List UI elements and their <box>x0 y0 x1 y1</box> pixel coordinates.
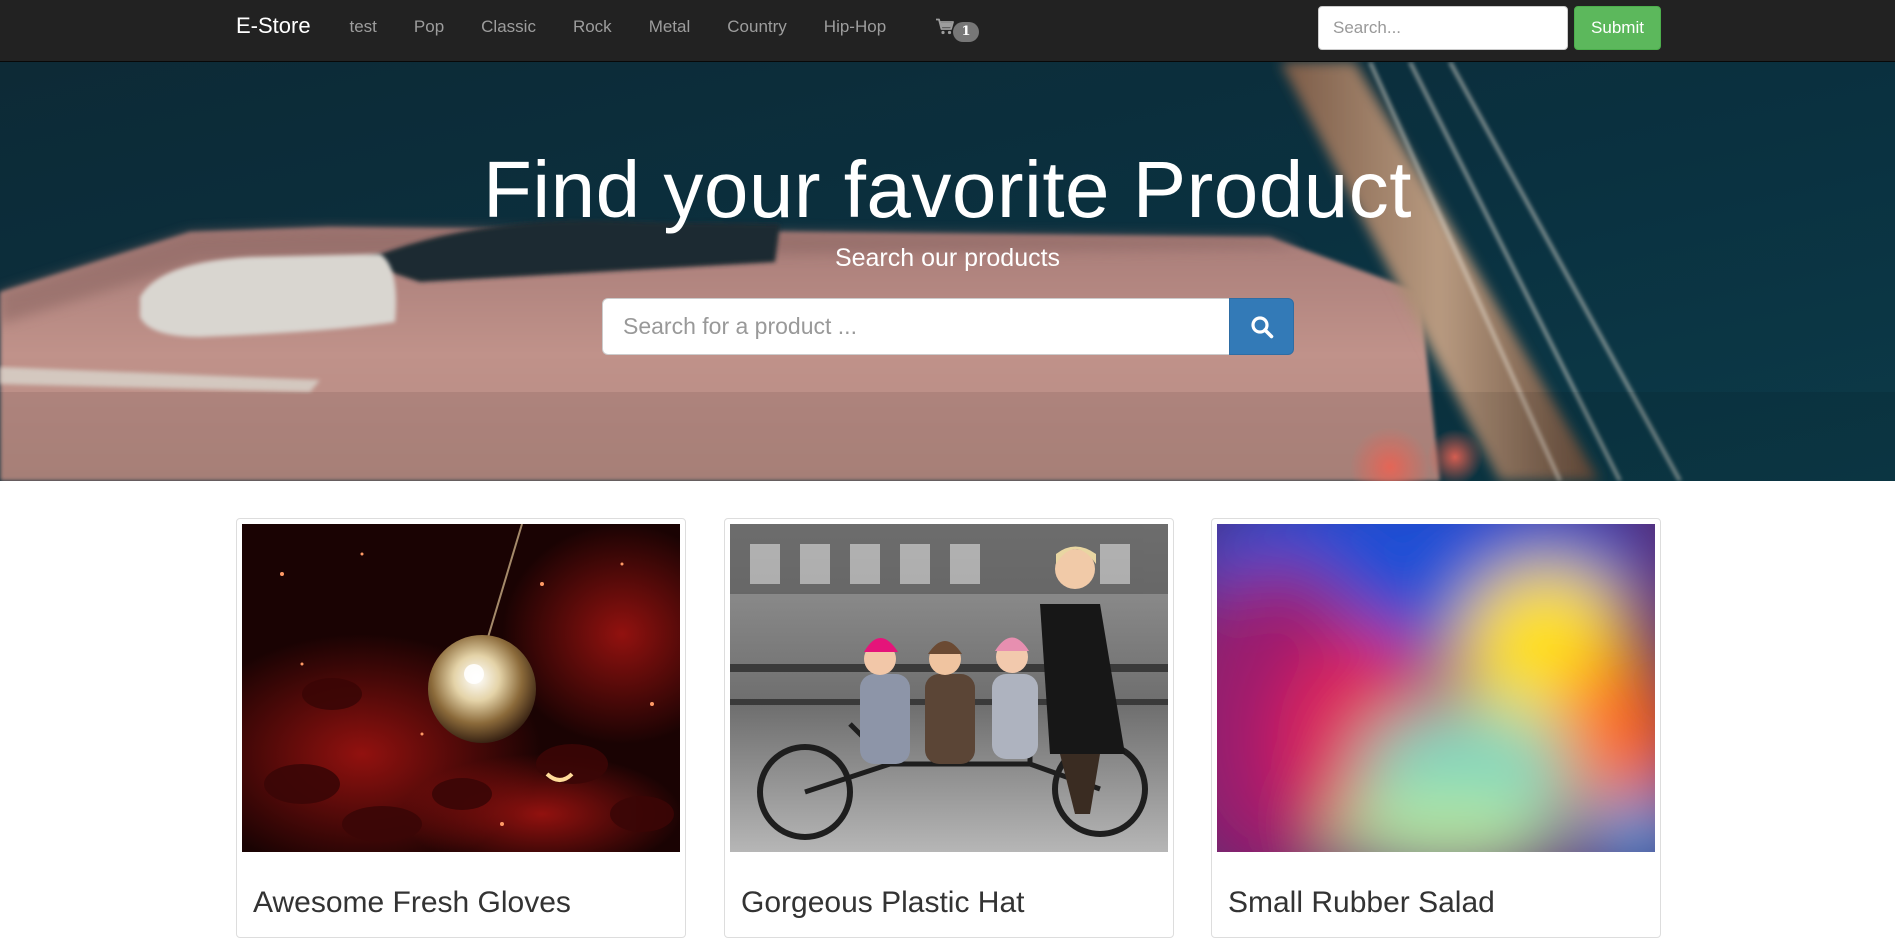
product-card[interactable]: Small Rubber Salad <box>1211 518 1661 938</box>
nav-link-metal[interactable]: Metal <box>630 0 709 54</box>
product-image-abstract-colors[interactable] <box>1217 524 1655 852</box>
product-title[interactable]: Gorgeous Plastic Hat <box>741 886 1024 920</box>
brand-logo[interactable]: E-Store <box>236 13 311 39</box>
search-icon <box>1250 315 1273 338</box>
product-search-input[interactable] <box>602 298 1230 355</box>
category-nav: test Pop Classic Rock Metal Country Hip-… <box>331 0 905 54</box>
shopping-cart-icon <box>936 18 954 35</box>
product-search-button[interactable] <box>1229 298 1294 355</box>
hero-subtitle: Search our products <box>834 244 1061 272</box>
nav-link-rock[interactable]: Rock <box>554 0 630 54</box>
hero-banner: Find your favorite Product Search our pr… <box>0 62 1895 481</box>
navbar-search-input[interactable] <box>1318 6 1568 50</box>
cart-count-badge: 1 <box>953 22 979 42</box>
product-title[interactable]: Awesome Fresh Gloves <box>253 886 571 920</box>
navbar-submit-button[interactable]: Submit <box>1574 6 1661 50</box>
product-image-tandem-bike[interactable] <box>730 524 1168 852</box>
product-title[interactable]: Small Rubber Salad <box>1228 886 1495 920</box>
nav-link-pop[interactable]: Pop <box>395 0 462 54</box>
product-card[interactable]: Awesome Fresh Gloves <box>236 518 686 938</box>
cart-button[interactable]: 1 <box>936 17 982 45</box>
top-navbar: E-Store test Pop Classic Rock Metal Coun… <box>0 0 1895 62</box>
hero-title: Find your favorite Product <box>483 145 1412 234</box>
nav-link-test[interactable]: test <box>331 0 395 54</box>
nav-link-hip-hop[interactable]: Hip-Hop <box>805 0 904 54</box>
product-card[interactable]: Gorgeous Plastic Hat <box>724 518 1174 938</box>
product-image-disco-ball[interactable] <box>242 524 680 852</box>
nav-link-country[interactable]: Country <box>709 0 806 54</box>
nav-link-classic[interactable]: Classic <box>463 0 555 54</box>
